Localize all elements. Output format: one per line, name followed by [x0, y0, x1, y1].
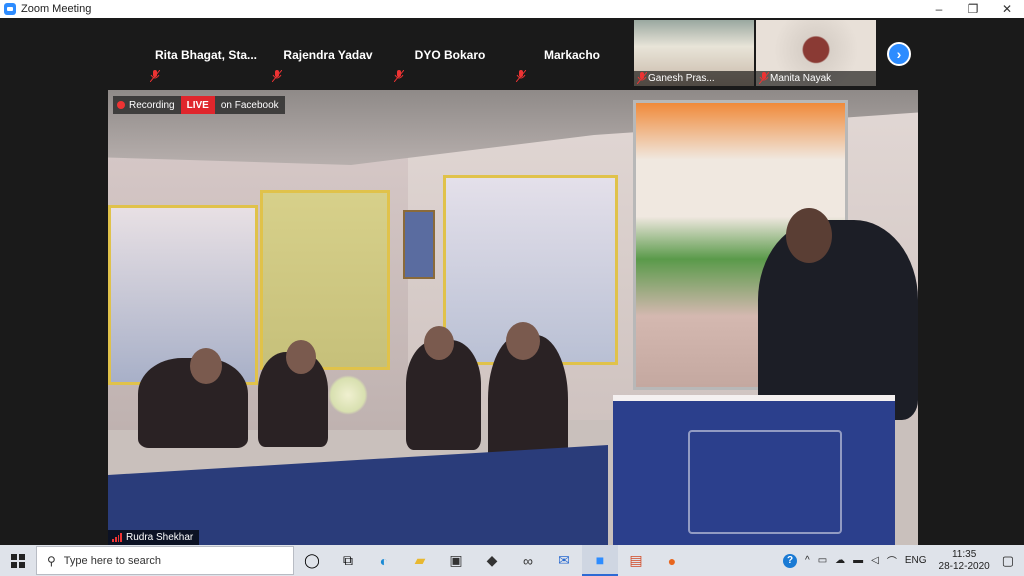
- video-scene: [190, 348, 222, 384]
- folder-icon: ▰: [414, 552, 426, 568]
- video-scene: [424, 326, 454, 360]
- participant-label: Manita Nayak: [756, 71, 876, 86]
- clock-time: 11:35: [951, 548, 977, 560]
- language-indicator[interactable]: ENG: [905, 555, 927, 566]
- help-icon[interactable]: ?: [783, 553, 798, 568]
- video-scene: [786, 208, 832, 263]
- muted-mic-icon: [150, 70, 160, 82]
- window-title: Zoom Meeting: [21, 3, 92, 15]
- muted-mic-icon: [637, 72, 647, 84]
- participant-name: Rita Bhagat, Sta...: [154, 48, 258, 62]
- wifi-icon[interactable]: ⌒: [887, 553, 897, 568]
- restore-button[interactable]: ❐: [956, 0, 990, 18]
- live-badge: LIVE: [180, 96, 215, 114]
- record-icon: [117, 101, 125, 109]
- signal-strength-icon: [112, 533, 122, 542]
- chevron-up-icon[interactable]: ^: [805, 555, 810, 566]
- firefox-icon: ●: [667, 552, 677, 569]
- search-icon: ⚲: [47, 553, 56, 568]
- task-view-button[interactable]: ⧉: [330, 545, 366, 576]
- participant-video-tile[interactable]: Ganesh Pras...: [634, 20, 754, 86]
- mail-icon: ✉: [558, 552, 570, 568]
- participant-tile[interactable]: Markacho: [512, 20, 632, 86]
- dropbox-icon: ◆: [486, 552, 498, 568]
- zoom-icon: ■: [595, 551, 605, 568]
- folder-icon[interactable]: ▬: [853, 555, 863, 566]
- participant-video-tile[interactable]: Manita Nayak: [756, 20, 876, 86]
- window-titlebar: Zoom Meeting – ❐ ✕: [0, 0, 1024, 18]
- video-scene: [403, 210, 435, 279]
- taskbar-app-slides[interactable]: ▤: [618, 545, 654, 576]
- muted-mic-icon: [272, 70, 282, 82]
- chevron-right-icon: ›: [896, 46, 902, 62]
- recording-status: Recording LIVE on Facebook: [113, 96, 285, 114]
- taskbar-search[interactable]: ⚲ Type here to search: [36, 546, 294, 575]
- windows-logo-icon: [11, 553, 25, 568]
- cortana-icon: ◯: [304, 552, 320, 568]
- muted-mic-icon: [516, 70, 526, 82]
- system-tray: ? ^ ▭ ☁ ▬ ◁ ⌒ ENG 11:35 28-12-2020 ▢: [779, 545, 1024, 576]
- taskbar-app-firefox[interactable]: ●: [654, 545, 690, 576]
- participant-name: Ganesh Pras...: [648, 73, 715, 84]
- close-button[interactable]: ✕: [990, 0, 1024, 18]
- cloud-icon[interactable]: ☁: [835, 555, 845, 566]
- participant-name: Manita Nayak: [770, 73, 832, 84]
- participant-tile[interactable]: DYO Bokaro: [390, 20, 510, 86]
- recording-label: Recording: [129, 99, 175, 111]
- muted-mic-icon: [394, 70, 404, 82]
- video-scene: [758, 220, 918, 420]
- live-platform: on Facebook: [214, 96, 285, 114]
- video-scene: [328, 375, 368, 415]
- taskbar-app-zoom[interactable]: ■: [582, 545, 618, 576]
- participant-tile[interactable]: Rajendra Yadav: [268, 20, 388, 86]
- taskbar-app-edge[interactable]: ◐: [366, 545, 402, 576]
- battery-icon[interactable]: ▭: [818, 555, 827, 566]
- store-icon: ▣: [449, 552, 463, 568]
- participant-tile[interactable]: Rita Bhagat, Sta...: [146, 20, 266, 86]
- cortana-button[interactable]: ◯: [294, 545, 330, 576]
- participant-strip: Rita Bhagat, Sta... Rajendra Yadav DYO B…: [0, 18, 1024, 88]
- infinity-icon: ∞: [523, 552, 533, 569]
- minimize-button[interactable]: –: [922, 0, 956, 18]
- taskbar-app-dropbox[interactable]: ◆: [474, 545, 510, 576]
- participant-name: Rajendra Yadav: [283, 48, 373, 62]
- participant-name: DYO Bokaro: [414, 48, 486, 62]
- notification-icon[interactable]: ▢: [1002, 553, 1014, 569]
- video-scene: [506, 322, 540, 360]
- taskbar-app-explorer[interactable]: ▰: [402, 545, 438, 576]
- start-button[interactable]: [0, 545, 36, 576]
- taskbar: ⚲ Type here to search ◯ ⧉ ◐ ▰ ▣ ◆ ∞ ✉ ■ …: [0, 545, 1024, 576]
- video-scene: [260, 190, 390, 370]
- search-placeholder: Type here to search: [63, 554, 162, 567]
- participant-label: Ganesh Pras...: [634, 71, 754, 86]
- taskbar-app-mail[interactable]: ✉: [546, 545, 582, 576]
- taskbar-app-store[interactable]: ▣: [438, 545, 474, 576]
- speaker-name: Rudra Shekhar: [126, 532, 194, 543]
- muted-mic-icon: [759, 72, 769, 84]
- presentation-icon: ▤: [629, 552, 643, 568]
- task-view-icon: ⧉: [343, 552, 353, 568]
- video-scene: [688, 430, 842, 534]
- clock-date: 28-12-2020: [938, 560, 990, 572]
- video-scene: [286, 340, 316, 374]
- clock[interactable]: 11:35 28-12-2020: [939, 549, 990, 573]
- recording-indicator[interactable]: Recording: [113, 96, 181, 114]
- taskbar-app-infinity[interactable]: ∞: [510, 545, 546, 576]
- edge-icon: ◐: [379, 552, 389, 569]
- zoom-app-icon: [4, 3, 16, 15]
- active-speaker-video: [108, 90, 918, 545]
- window-controls: – ❐ ✕: [922, 0, 1024, 18]
- active-speaker-label: Rudra Shekhar: [108, 530, 200, 545]
- speaker-icon[interactable]: ◁: [871, 555, 879, 566]
- next-page-button[interactable]: ›: [887, 42, 911, 66]
- participant-name: Markacho: [543, 48, 601, 62]
